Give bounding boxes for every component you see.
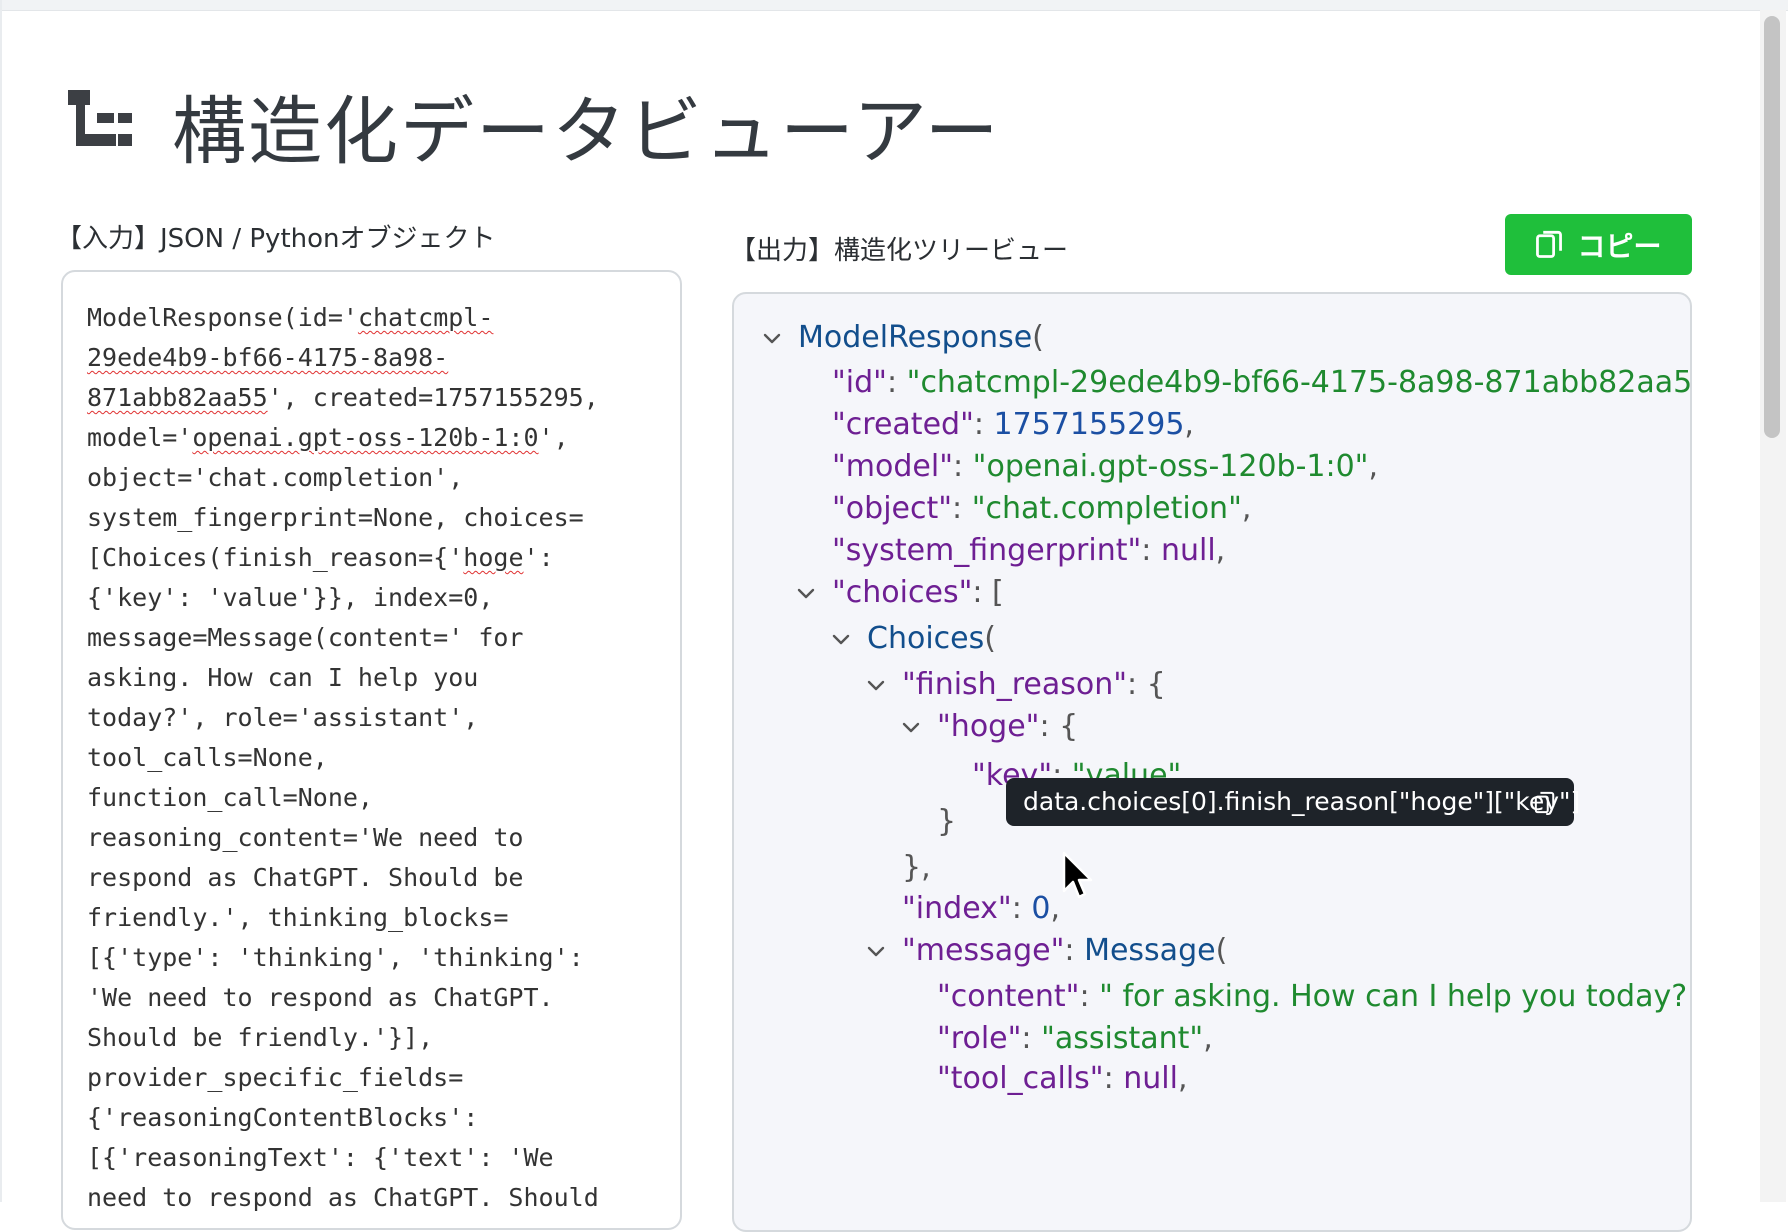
tree-row[interactable]: "object": "chat.completion", [832, 487, 1251, 531]
tree-key: "content" [937, 979, 1080, 1014]
chevron-down-icon[interactable] [900, 717, 922, 739]
tree-value: ModelResponse [798, 320, 1033, 355]
tree-row[interactable]: "index": 0, [902, 887, 1060, 931]
tree-value: null [1160, 533, 1216, 568]
tree-punctuation: , [1368, 449, 1379, 484]
tree-value: null [1123, 1061, 1178, 1096]
page-title: 構造化データビューアー [172, 89, 1001, 175]
tree-structure-icon [68, 90, 132, 150]
tree-value: 0 [1031, 891, 1051, 926]
tree-punctuation: : [ [972, 575, 1004, 610]
tree-punctuation: : { [1127, 667, 1166, 702]
tree-key: "system_fingerprint" [832, 533, 1142, 568]
tree-key: "object" [832, 491, 953, 526]
tree-punctuation: ( [984, 621, 996, 656]
tree-key: "id" [832, 365, 887, 400]
window-left-edge [0, 0, 2, 1202]
path-tooltip: data.choices[0].finish_reason["hoge"]["k… [1006, 778, 1580, 826]
tree-punctuation: ( [1032, 320, 1044, 355]
tree-punctuation: : [1011, 891, 1032, 926]
spellcheck-word: openai.gpt-oss-120b-1:0 [192, 423, 539, 452]
tree-row[interactable]: "system_fingerprint": null, [832, 529, 1225, 573]
tree-row[interactable]: "content": " for asking. How can I help … [937, 975, 1692, 1019]
copy-button[interactable]: コピー [1505, 214, 1692, 275]
copy-button-label: コピー [1577, 229, 1662, 263]
tree-value: " for asking. How can I help you today?" [1099, 979, 1692, 1014]
tree-value: 1757155295 [993, 407, 1185, 442]
input-text-segment: ModelResponse(id=' [87, 303, 358, 332]
tree-row[interactable]: "model": "openai.gpt-oss-120b-1:0", [832, 445, 1378, 489]
tooltip-path-text: data.choices[0].finish_reason["hoge"]["k… [1023, 787, 1581, 816]
tree-punctuation: }, [902, 850, 931, 885]
tree-punctuation: : { [1039, 709, 1079, 744]
tree-punctuation: : [1021, 1021, 1042, 1056]
tree-punctuation: , [1184, 407, 1194, 442]
tree-row[interactable]: "role": "assistant", [937, 1017, 1213, 1061]
tree-punctuation: : [953, 449, 973, 484]
input-text-segment: ': {'key': 'value'}}, index=0, message=M… [87, 543, 599, 1212]
tree-row[interactable]: "message": Message( [902, 929, 1227, 973]
tree-key: "hoge" [937, 709, 1040, 744]
chevron-down-icon[interactable] [795, 583, 817, 605]
page-scrollbar-thumb[interactable] [1764, 16, 1780, 438]
chevron-down-icon[interactable] [865, 675, 887, 697]
tree-punctuation: , [1215, 533, 1226, 568]
tree-view: ModelResponse("id": "chatcmpl-29ede4b9-b… [734, 294, 1692, 1230]
tree-value: "assistant" [1041, 1021, 1204, 1056]
tree-punctuation: : [1064, 933, 1085, 968]
tree-punctuation: : [1103, 1061, 1124, 1096]
tree-row[interactable]: "hoge": { [937, 705, 1078, 749]
tree-key: "model" [832, 449, 954, 484]
spellcheck-word: hoge [463, 543, 524, 572]
tree-row[interactable]: Choices( [867, 617, 996, 661]
chevron-down-icon[interactable] [865, 941, 887, 963]
tree-row[interactable]: "tool_calls": null, [937, 1057, 1188, 1101]
mouse-cursor-icon [1062, 851, 1093, 899]
tree-punctuation: , [1241, 491, 1252, 526]
tree-row[interactable]: "finish_reason": { [902, 663, 1166, 707]
tree-punctuation: : [973, 407, 994, 442]
tree-key: "created" [832, 407, 974, 442]
tree-row[interactable]: ModelResponse( [798, 316, 1044, 360]
tree-key: "role" [937, 1021, 1022, 1056]
tree-value: "chat.completion" [971, 491, 1242, 526]
tree-key: "finish_reason" [902, 667, 1127, 702]
input-textarea[interactable]: ModelResponse(id='chatcmpl- 29ede4b9-bf6… [61, 270, 682, 1230]
tree-punctuation: : [1141, 533, 1161, 568]
tree-punctuation: : [952, 491, 972, 526]
tree-value: Choices [867, 621, 985, 656]
chevron-down-icon[interactable] [830, 629, 852, 651]
input-text[interactable]: ModelResponse(id='chatcmpl- 29ede4b9-bf6… [87, 298, 667, 1218]
tree-row[interactable]: } [937, 800, 956, 844]
tree-value: "chatcmpl-29ede4b9-bf66-4175-8a98-871abb… [906, 365, 1692, 400]
copy-icon [1536, 230, 1563, 258]
tree-row[interactable]: "id": "chatcmpl-29ede4b9-bf66-4175-8a98-… [832, 361, 1692, 405]
tree-row[interactable]: }, [902, 846, 931, 890]
tree-view-pane[interactable]: ModelResponse("id": "chatcmpl-29ede4b9-b… [732, 292, 1692, 1232]
tree-punctuation: : [886, 365, 907, 400]
tree-row[interactable]: "choices": [ [832, 571, 1004, 615]
tree-punctuation: , [1177, 1061, 1188, 1096]
chevron-down-icon[interactable] [761, 328, 783, 350]
tree-row[interactable]: "created": 1757155295, [832, 403, 1194, 447]
tree-key: "message" [902, 933, 1065, 968]
tree-value: Message [1084, 933, 1216, 968]
input-label: 【入力】JSON / Pythonオブジェクト [56, 224, 496, 254]
output-label: 【出力】構造化ツリービュー [730, 236, 1069, 266]
tree-punctuation: } [937, 804, 957, 839]
tree-punctuation: : [1079, 979, 1100, 1014]
copy-icon[interactable] [1534, 791, 1556, 815]
window-top-edge [0, 0, 1788, 11]
tree-punctuation: ( [1215, 933, 1228, 968]
tree-value: "openai.gpt-oss-120b-1:0" [972, 449, 1369, 484]
tree-punctuation: , [1203, 1021, 1213, 1056]
tree-key: "choices" [832, 575, 973, 610]
tree-punctuation: , [1050, 891, 1060, 926]
tree-key: "tool_calls" [937, 1061, 1104, 1096]
tree-key: "index" [902, 891, 1012, 926]
